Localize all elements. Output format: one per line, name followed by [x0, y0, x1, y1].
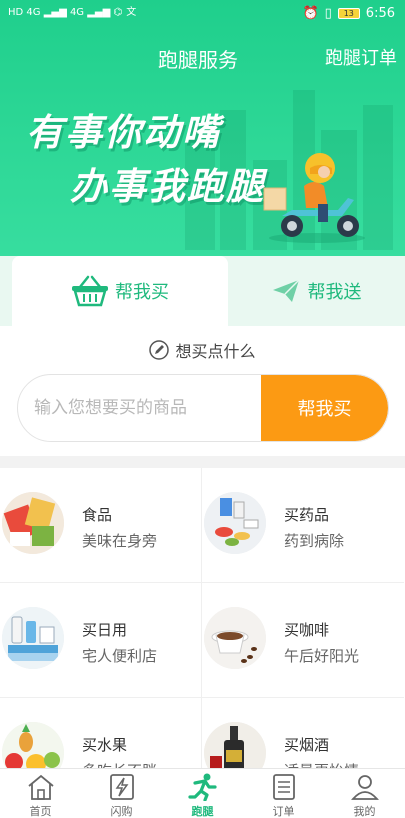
category-grid: 食品 美味在身旁 买药品 药到病除 买日用 宅人便利店 买咖啡 午后好阳光 买水…: [0, 468, 405, 813]
bottom-tab-bar: 首页 闪购 跑腿 订单 我的: [0, 768, 405, 818]
errand-orders-link[interactable]: 跑腿订单: [325, 44, 397, 70]
category-medicine[interactable]: 买药品 药到病除: [202, 468, 404, 583]
tabbar-errand[interactable]: 跑腿: [162, 773, 243, 818]
category-title: 买烟酒: [284, 736, 330, 754]
runner-icon: [187, 773, 217, 801]
product-search-input[interactable]: [18, 375, 262, 441]
coffee-image: [204, 607, 266, 669]
category-subtitle: 美味在身旁: [82, 532, 158, 550]
category-title: 买咖啡: [284, 621, 330, 639]
category-title: 买水果: [82, 736, 128, 754]
battery-icon: 13: [337, 8, 360, 19]
order-list-icon: [272, 774, 295, 800]
tab-buy-for-me[interactable]: 帮我买: [12, 256, 228, 326]
delivery-rider-illustration: [263, 153, 365, 243]
page-title: 跑腿服务: [158, 48, 238, 72]
buy-for-me-button[interactable]: 帮我买: [261, 375, 388, 441]
want-title-text: 想买点什么: [175, 342, 256, 361]
category-subtitle: 午后好阳光: [284, 647, 360, 665]
tab-send-for-me[interactable]: 帮我送: [228, 256, 405, 326]
tab-send-label: 帮我送: [307, 282, 362, 303]
alarm-icon: ⏰: [302, 6, 319, 21]
paper-plane-icon: [272, 279, 300, 302]
category-title: 食品: [82, 506, 113, 524]
category-title: 买药品: [284, 506, 330, 524]
status-time: 6:56: [365, 6, 395, 21]
slogan-line-1: 有事你动嘴: [26, 111, 221, 154]
category-subtitle: 宅人便利店: [82, 647, 158, 665]
category-coffee[interactable]: 买咖啡 午后好阳光: [202, 583, 404, 698]
vibrate-icon: ▯: [324, 6, 332, 21]
tabbar-label: 订单: [272, 805, 295, 818]
section-divider: [0, 456, 405, 468]
tabbar-orders[interactable]: 订单: [243, 773, 324, 818]
tabbar-home[interactable]: 首页: [0, 773, 81, 818]
category-food[interactable]: 食品 美味在身旁: [0, 468, 202, 583]
medicine-image: [204, 492, 266, 554]
mode-tabs: 帮我买 帮我送: [0, 256, 405, 326]
search-bar: 帮我买: [17, 374, 389, 442]
status-bar: HD 4G ▂▄▆ 4G ▂▄▆ ⌬ 文 ⏰ ▯ 13 6:56: [0, 0, 405, 30]
basket-icon: [72, 275, 108, 307]
daily-goods-image: [2, 607, 64, 669]
signal-icon: HD 4G ▂▄▆ 4G ▂▄▆ ⌬: [8, 7, 123, 18]
tabbar-label: 首页: [29, 805, 52, 818]
tabbar-flash-sale[interactable]: 闪购: [81, 773, 162, 818]
want-title: 想买点什么: [0, 338, 405, 362]
app-root: HD 4G ▂▄▆ 4G ▂▄▆ ⌬ 文 ⏰ ▯ 13 6:56 跑腿服务 跑腿…: [0, 0, 405, 818]
tabbar-me[interactable]: 我的: [324, 773, 405, 818]
food-image: [2, 492, 64, 554]
category-title: 买日用: [82, 621, 128, 639]
tabbar-label: 跑腿: [191, 805, 214, 818]
user-icon: [350, 775, 379, 800]
home-icon: [27, 774, 54, 800]
app-notification-icon: 文: [126, 7, 137, 18]
category-subtitle: 药到病除: [284, 532, 345, 550]
slogan-line-2: 办事我跑腿: [70, 165, 265, 208]
lightning-icon: [109, 774, 134, 800]
category-daily-goods[interactable]: 买日用 宅人便利店: [0, 583, 202, 698]
tabbar-label: 闪购: [110, 805, 133, 818]
want-to-buy-section: 想买点什么 帮我买: [0, 326, 405, 456]
tab-buy-label: 帮我买: [115, 282, 169, 303]
tabbar-label: 我的: [353, 805, 376, 818]
header-banner: HD 4G ▂▄▆ 4G ▂▄▆ ⌬ 文 ⏰ ▯ 13 6:56 跑腿服务 跑腿…: [0, 0, 405, 270]
pencil-icon: [149, 340, 170, 360]
